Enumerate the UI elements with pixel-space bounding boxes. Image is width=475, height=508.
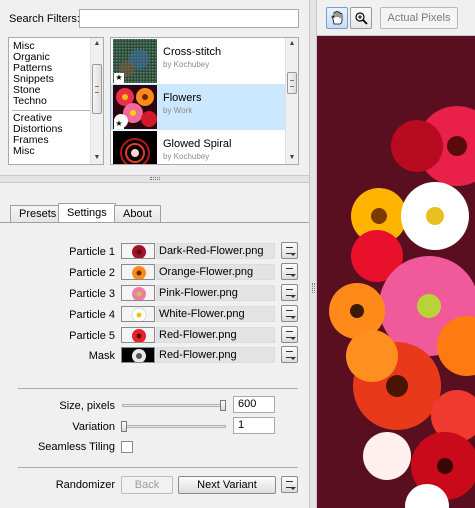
filter-name: Glowed Spiral: [163, 138, 232, 150]
category-item[interactable]: Techno: [9, 96, 103, 107]
actual-pixels-button[interactable]: Actual Pixels: [380, 7, 458, 29]
star-icon: ★: [114, 119, 124, 129]
filter-author: by Kochubey: [163, 152, 210, 161]
star-icon: ★: [114, 73, 124, 83]
menu-icon[interactable]: [281, 346, 298, 363]
randomizer-label: Randomizer: [55, 479, 115, 491]
particle-thumbnail[interactable]: [121, 285, 155, 301]
divider: [18, 388, 298, 389]
menu-icon[interactable]: [281, 263, 298, 280]
filter-panel: Search Filters: Misc Organic Patterns Sn…: [0, 0, 309, 508]
particle-thumbnail[interactable]: [121, 243, 155, 259]
size-slider[interactable]: [122, 404, 226, 407]
variation-input[interactable]: 1: [233, 417, 275, 434]
mask-thumbnail[interactable]: [121, 347, 155, 363]
particle-label: Particle 4: [69, 309, 115, 321]
category-scrollbar[interactable]: ▲ ▼: [90, 38, 103, 164]
variation-slider[interactable]: [122, 425, 226, 428]
filter-author: by Kochubey: [163, 60, 210, 69]
grip-icon: [150, 177, 160, 180]
menu-icon[interactable]: [281, 476, 298, 493]
scroll-thumb[interactable]: [287, 72, 297, 94]
panel-splitter[interactable]: [0, 175, 309, 183]
category-divider: [12, 110, 90, 111]
divider: [18, 467, 298, 468]
preview-canvas[interactable]: [317, 36, 475, 508]
variation-slider-knob[interactable]: [121, 421, 127, 432]
particle-file: Red-Flower.png: [156, 327, 275, 343]
filter-list[interactable]: ★ Cross-stitch by Kochubey ★ Flowers by …: [110, 37, 299, 165]
particle-thumbnail[interactable]: [121, 264, 155, 280]
filter-item-glowed-spiral[interactable]: ★ Glowed Spiral by Kochubey: [111, 130, 286, 164]
preview-panel: Actual Pixels: [317, 0, 475, 508]
search-label: Search Filters:: [9, 13, 80, 25]
next-variant-button[interactable]: Next Variant: [178, 476, 276, 494]
filter-item-flowers[interactable]: ★ Flowers by Work: [111, 84, 286, 130]
scroll-up-icon[interactable]: ▲: [91, 38, 103, 50]
scroll-up-icon[interactable]: ▲: [286, 38, 298, 50]
particle-thumbnail[interactable]: [121, 327, 155, 343]
menu-icon[interactable]: [281, 242, 298, 259]
particle-file: Pink-Flower.png: [156, 285, 275, 301]
tab-about[interactable]: About: [114, 205, 161, 223]
seamless-checkbox[interactable]: [121, 441, 133, 453]
filter-author: by Work: [163, 106, 193, 115]
scroll-down-icon[interactable]: ▼: [286, 152, 298, 164]
panel-splitter-vertical[interactable]: [309, 0, 317, 508]
particle-thumbnail[interactable]: [121, 306, 155, 322]
preview-toolbar: Actual Pixels: [317, 0, 475, 36]
zoom-icon[interactable]: [350, 7, 372, 29]
variation-label: Variation: [72, 421, 115, 433]
category-list[interactable]: Misc Organic Patterns Snippets Stone Tec…: [8, 37, 104, 165]
seamless-label: Seamless Tiling: [37, 441, 115, 453]
particle-label: Particle 3: [69, 288, 115, 300]
scroll-thumb[interactable]: [92, 64, 102, 114]
particle-label: Particle 1: [69, 246, 115, 258]
filter-item-cross-stitch[interactable]: ★ Cross-stitch by Kochubey: [111, 38, 286, 84]
size-label: Size, pixels: [59, 400, 115, 412]
tab-presets[interactable]: Presets: [10, 205, 66, 223]
tab-settings[interactable]: Settings: [58, 203, 116, 223]
tab-divider: [0, 222, 309, 223]
glowed-spiral-thumbnail: [113, 131, 157, 164]
filter-scrollbar[interactable]: ▲ ▼: [285, 38, 298, 164]
search-input[interactable]: [79, 9, 299, 28]
menu-icon[interactable]: [281, 305, 298, 322]
back-button[interactable]: Back: [121, 476, 173, 494]
particle-file: White-Flower.png: [156, 306, 275, 322]
size-input[interactable]: 600: [233, 396, 275, 413]
size-slider-knob[interactable]: [220, 400, 226, 411]
menu-icon[interactable]: [281, 326, 298, 343]
filter-name: Cross-stitch: [163, 46, 222, 58]
scroll-down-icon[interactable]: ▼: [91, 152, 103, 164]
hand-icon[interactable]: [326, 7, 348, 29]
particle-label: Particle 5: [69, 330, 115, 342]
mask-label: Mask: [88, 350, 115, 362]
particle-file: Orange-Flower.png: [156, 264, 275, 280]
particle-file: Dark-Red-Flower.png: [156, 243, 275, 259]
particle-label: Particle 2: [69, 267, 115, 279]
menu-icon[interactable]: [281, 284, 298, 301]
category-item[interactable]: Misc: [9, 146, 103, 157]
mask-file: Red-Flower.png: [156, 347, 275, 363]
grip-icon: [312, 283, 315, 293]
filter-name: Flowers: [163, 92, 202, 104]
